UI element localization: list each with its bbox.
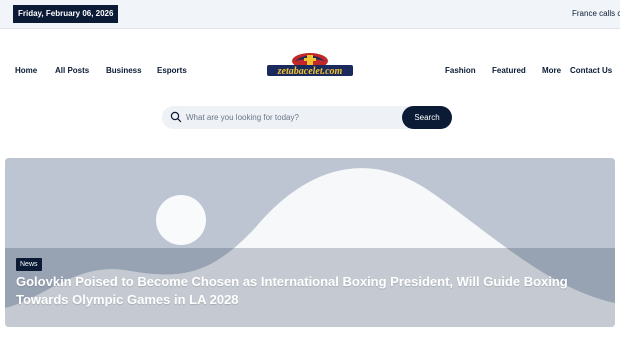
site-logo[interactable]: zetabacelet.com [265,52,355,79]
nav-home[interactable]: Home [15,66,37,75]
nav-all-posts[interactable]: All Posts [55,66,89,75]
featured-title[interactable]: Golovkin Poised to Become Chosen as Inte… [16,273,606,309]
current-date: Friday, February 06, 2026 [13,5,119,23]
category-badge[interactable]: News [16,258,42,271]
logo-text: zetabacelet.com [277,66,343,77]
search-input[interactable] [186,106,396,129]
logo-emblem: zetabacelet.com [267,53,353,77]
nav-contact-us[interactable]: Contact Us [570,66,612,75]
nav-featured[interactable]: Featured [492,66,526,75]
search-icon [170,111,182,123]
nav-more[interactable]: More [542,66,561,75]
search-bar: Search [162,106,452,129]
nav-esports[interactable]: Esports [157,66,187,75]
news-ticker[interactable]: France calls c [572,9,620,18]
top-bar: Friday, February 06, 2026 France calls c [0,0,620,29]
nav-business[interactable]: Business [106,66,142,75]
featured-post[interactable]: News Golovkin Poised to Become Chosen as… [5,158,615,327]
search-button[interactable]: Search [402,106,452,129]
nav-fashion[interactable]: Fashion [445,66,476,75]
